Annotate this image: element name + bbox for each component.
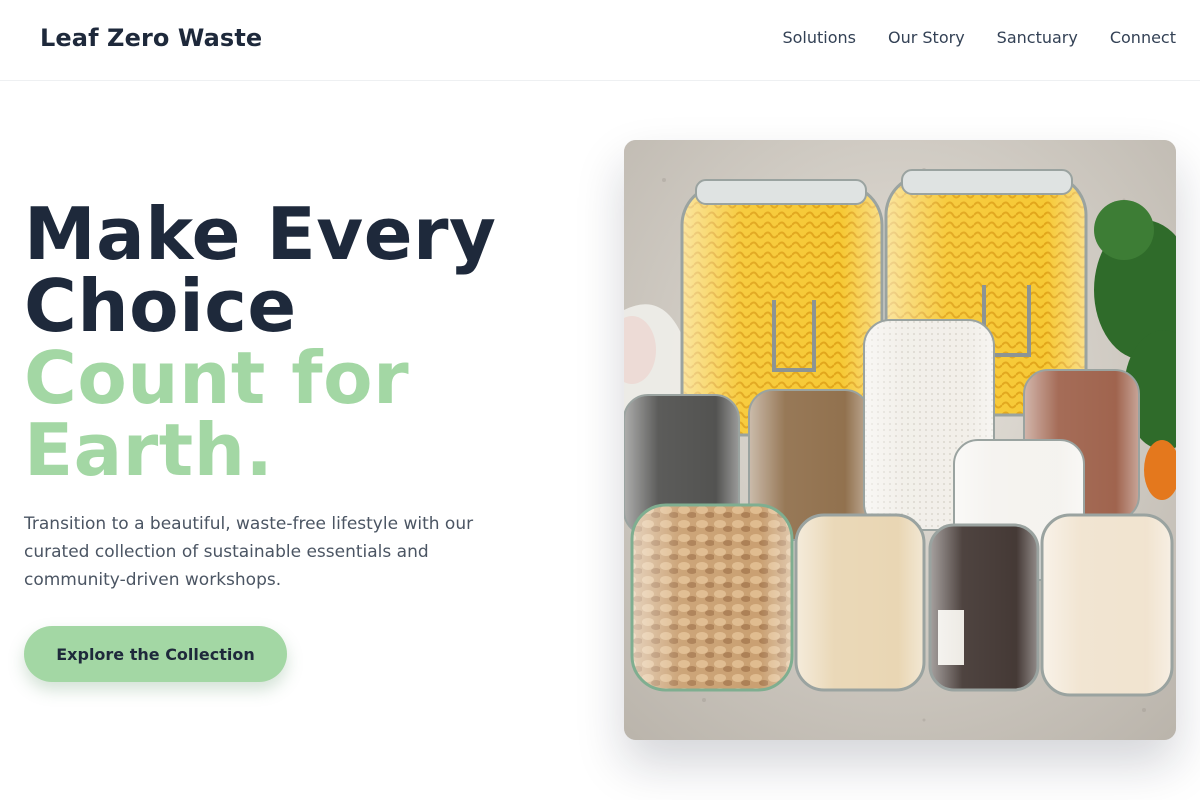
nav-item-sanctuary[interactable]: Sanctuary xyxy=(997,28,1078,48)
hero-title: Make Every Choice Count for Earth. xyxy=(24,198,584,486)
hero-title-line-1: Make Every xyxy=(24,192,497,276)
explore-collection-button[interactable]: Explore the Collection xyxy=(24,626,287,682)
nav-item-connect[interactable]: Connect xyxy=(1110,28,1176,48)
hero-title-line-4: Earth. xyxy=(24,408,274,492)
jars-illustration xyxy=(624,140,1176,740)
brand-logo[interactable]: Leaf Zero Waste xyxy=(40,24,262,52)
nav-item-solutions[interactable]: Solutions xyxy=(782,28,856,48)
site-header: Leaf Zero Waste Solutions Our Story Sanc… xyxy=(0,0,1200,81)
nav-item-our-story[interactable]: Our Story xyxy=(888,28,965,48)
hero-title-line-3: Count for xyxy=(24,336,410,420)
hero-description: Transition to a beautiful, waste-free li… xyxy=(24,514,474,590)
hero-title-line-2: Choice xyxy=(24,264,297,348)
main-nav: Solutions Our Story Sanctuary Connect xyxy=(782,28,1176,48)
hero-image xyxy=(624,140,1176,740)
